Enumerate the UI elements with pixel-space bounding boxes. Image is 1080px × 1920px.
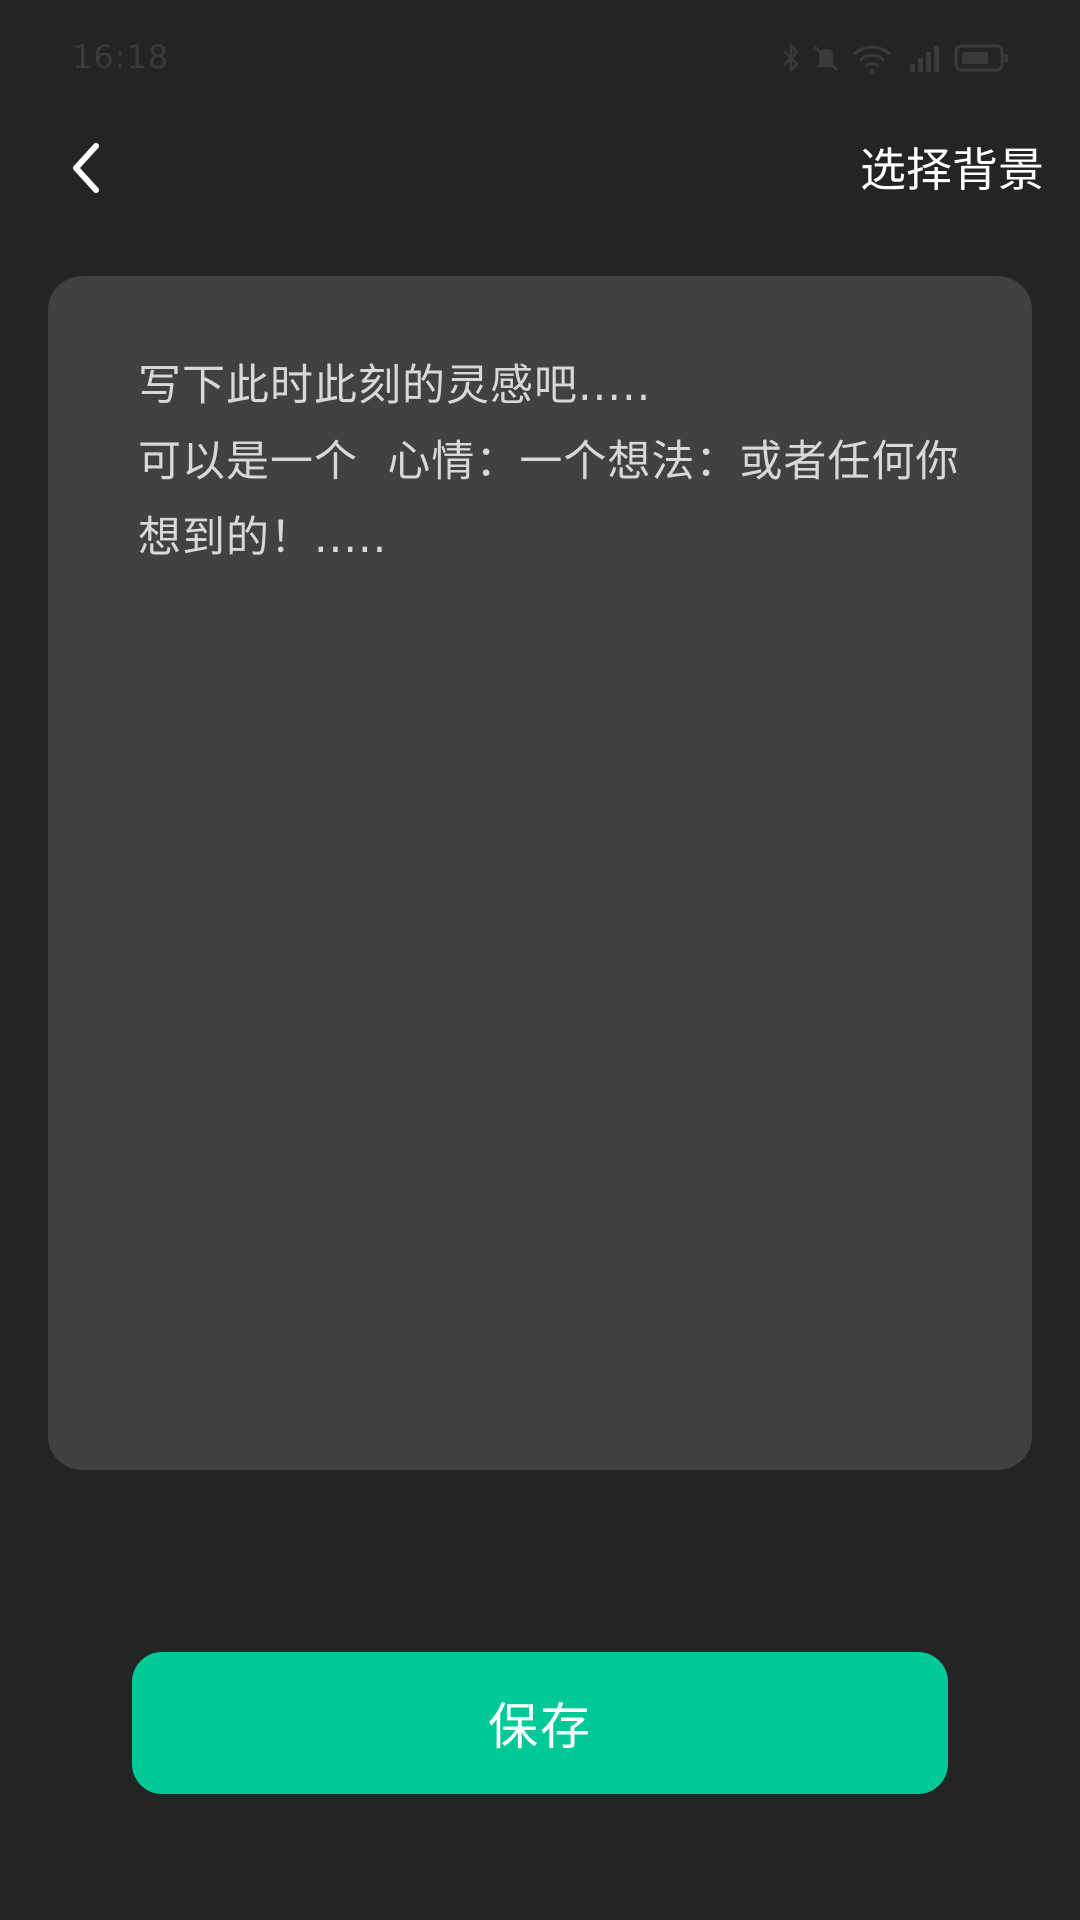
- back-button[interactable]: [56, 134, 116, 206]
- wifi-icon: [850, 42, 894, 74]
- choose-background-button[interactable]: 选择背景: [860, 140, 1044, 200]
- signal-icon: [904, 42, 944, 74]
- mute-icon: [812, 42, 840, 74]
- status-bar: 16:18: [0, 0, 1080, 118]
- bluetooth-icon: [780, 42, 802, 74]
- chevron-left-icon: [66, 140, 106, 200]
- status-icons: [780, 40, 1010, 76]
- battery-icon: [954, 42, 1010, 74]
- note-input-placeholder[interactable]: 写下此时此刻的灵感吧..... 可以是一个 心情：一个想法：或者任何你想到的！.…: [138, 348, 968, 576]
- status-time: 16:18: [72, 38, 170, 76]
- save-button-label: 保存: [488, 1698, 592, 1756]
- note-editor-screen: 16:18 选择背景 写下此时此刻的灵感吧..... 可以是一个 心情：一个想法…: [0, 0, 1080, 1920]
- header: 选择背景: [0, 118, 1080, 222]
- save-button[interactable]: 保存: [132, 1652, 948, 1794]
- note-input-card[interactable]: 写下此时此刻的灵感吧..... 可以是一个 心情：一个想法：或者任何你想到的！.…: [48, 276, 1032, 1470]
